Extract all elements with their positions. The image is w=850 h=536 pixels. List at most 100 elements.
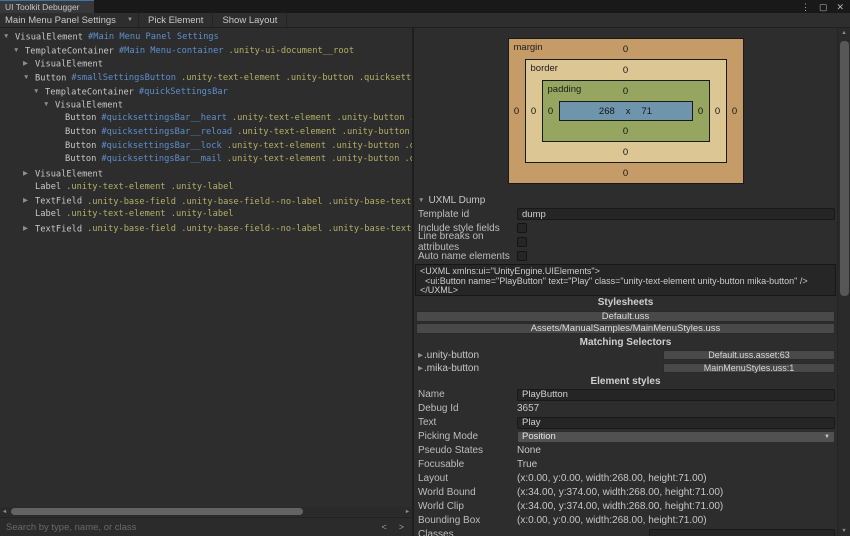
border-left-value: 0 [530, 105, 537, 117]
show-layout-button[interactable]: Show Layout [213, 13, 288, 27]
foldout-arrow-icon[interactable]: ▶ [414, 351, 424, 359]
selector-source-button[interactable]: MainMenuStyles.uss:1 [663, 363, 835, 373]
foldout-arrow-icon[interactable]: ▼ [43, 98, 55, 112]
tree-item[interactable]: ▼ TemplateContainer #quickSettingsBar [0, 85, 412, 99]
classes-row: Classes [414, 528, 837, 536]
foldout-arrow-icon[interactable]: ▼ [418, 197, 424, 204]
tree-item[interactable]: ▶ TextField .unity-base-field .unity-base-… [0, 194, 412, 208]
stylesheets-header: Stylesheets [597, 297, 654, 308]
selector-name: .unity-button [424, 349, 480, 361]
search-input[interactable] [0, 518, 382, 536]
tree-item[interactable]: Label .unity-text-element .unity-label [0, 208, 412, 222]
focusable-row: Focusable True [414, 458, 837, 472]
foldout-arrow-icon[interactable]: ▶ [414, 364, 424, 372]
tree-item[interactable]: ▼ Button #smallSettingsButton .unity-text-e… [0, 71, 412, 85]
auto-name-checkbox[interactable] [517, 251, 527, 261]
foldout-arrow-icon[interactable]: ▼ [23, 71, 35, 85]
layout-value: (x:0.00, y:0.00, width:268.00, height:71… [517, 473, 707, 484]
classes-label: Classes [418, 529, 454, 536]
chevron-down-icon: ▼ [824, 433, 830, 440]
element-type: VisualElement [15, 32, 83, 43]
tree-item[interactable]: ▼ TemplateContainer #Main Menu-container .u… [0, 44, 412, 58]
debug-id-row: Debug Id 3657 [414, 402, 837, 416]
tree-item[interactable]: Button #quicksettingsBar__lock .unity-text… [0, 140, 412, 154]
include-style-fields-checkbox[interactable] [517, 223, 527, 233]
foldout-arrow-icon[interactable]: ▶ [23, 194, 35, 208]
pseudo-states-row: Pseudo States None [414, 444, 837, 458]
vertical-scroll-thumb[interactable] [840, 41, 849, 296]
vertical-scrollbar[interactable]: ▲ ▼ [837, 28, 850, 536]
picking-mode-dropdown[interactable]: Position ▼ [517, 430, 835, 443]
content-x-separator: x [625, 105, 631, 117]
window-tab[interactable]: UI Toolkit Debugger [0, 0, 94, 13]
stylesheet-button[interactable]: Default.uss [416, 310, 835, 322]
name-field[interactable] [517, 388, 835, 401]
panel-picker-label: Main Menu Panel Settings [5, 14, 116, 26]
selector-row: ▶ .unity-button Default.uss.asset:63 [414, 349, 837, 362]
foldout-arrow-icon[interactable]: ▼ [3, 30, 15, 44]
tree-item[interactable]: ▶ TextField .unity-base-field .unity-base-… [0, 222, 412, 236]
bounding-box-row: Bounding Box (x:0.00, y:0.00, width:268.… [414, 514, 837, 528]
uxml-dump-title: UXML Dump [428, 194, 486, 206]
tree-item[interactable]: Button #quicksettingsBar__mail .unity-text… [0, 153, 412, 167]
tree-item[interactable]: Label .unity-text-element .unity-label [0, 181, 412, 195]
uxml-code-block[interactable]: <UXML xmlns:ui="UnityEngine.UIElements">… [415, 264, 836, 296]
box-model-padding: padding 0 0 268 x 71 0 0 [541, 80, 710, 142]
horizontal-scroll-thumb[interactable] [11, 508, 303, 515]
foldout-arrow-icon[interactable]: ▼ [13, 44, 25, 58]
pick-element-label: Pick Element [148, 14, 204, 26]
scroll-up-icon[interactable]: ▲ [838, 30, 850, 36]
layout-label: Layout [418, 473, 449, 484]
line-breaks-checkbox[interactable] [517, 237, 527, 247]
world-bound-row: World Bound (x:34.00, y:374.00, width:26… [414, 486, 837, 500]
foldout-arrow-icon[interactable]: ▶ [23, 57, 35, 71]
maximize-icon[interactable]: ▢ [819, 1, 828, 13]
scroll-left-icon[interactable]: ◄ [0, 509, 9, 515]
element-tree: ▼ VisualElement #Main Menu Panel Settings … [0, 28, 412, 507]
pseudo-states-value: None [517, 445, 541, 456]
menu-icon[interactable]: ⋮ [801, 1, 810, 13]
uxml-dump-foldout[interactable]: ▼ UXML Dump [414, 193, 837, 207]
margin-right-value: 0 [731, 105, 738, 117]
tree-item[interactable]: ▼ VisualElement [0, 98, 412, 112]
scroll-down-icon[interactable]: ▼ [838, 528, 850, 534]
element-name: #quicksettingsBar__lock [101, 140, 222, 151]
text-field[interactable] [517, 416, 835, 429]
classes-field[interactable] [649, 528, 835, 536]
element-type: Label [35, 208, 62, 219]
padding-right-value: 0 [697, 105, 704, 117]
world-clip-value: (x:34.00, y:374.00, width:268.00, height… [517, 501, 724, 512]
foldout-arrow-icon[interactable]: ▶ [23, 222, 35, 236]
element-name: #quickSettingsBar [138, 87, 228, 98]
foldout-arrow-icon[interactable]: ▼ [33, 85, 45, 99]
padding-bottom-value: 0 [622, 125, 629, 137]
tree-item[interactable]: ▶ VisualElement [0, 57, 412, 71]
tree-item[interactable]: Button #quicksettingsBar__reload .unity-te… [0, 126, 412, 140]
selector-source-button[interactable]: Default.uss.asset:63 [663, 350, 835, 360]
border-right-value: 0 [714, 105, 721, 117]
element-classes: .unity-text-element .unity-button .quick… [226, 154, 412, 165]
box-model-content: 268 x 71 [558, 101, 693, 121]
pick-element-button[interactable]: Pick Element [139, 13, 214, 27]
panel-picker-dropdown[interactable]: Main Menu Panel Settings ▼ [0, 13, 139, 27]
box-model-border: border 0 0 padding 0 0 268 x 71 0 0 0 0 [524, 59, 727, 163]
stylesheet-button[interactable]: Assets/ManualSamples/MainMenuStyles.uss [416, 323, 835, 334]
search-prev-button[interactable]: < [381, 522, 386, 532]
template-id-field[interactable] [517, 208, 835, 220]
tree-item[interactable]: ▶ VisualElement [0, 167, 412, 181]
picking-mode-value: Position [522, 431, 556, 442]
margin-top-value: 0 [622, 43, 629, 55]
bounding-box-value: (x:0.00, y:0.00, width:268.00, height:71… [517, 515, 707, 526]
tree-item[interactable]: Button #quicksettingsBar__heart .unity-tex… [0, 112, 412, 126]
element-name: #Main Menu-container [118, 46, 224, 57]
close-icon[interactable]: ✕ [836, 1, 844, 13]
padding-left-value: 0 [547, 105, 554, 117]
tree-item[interactable]: ▼ VisualElement #Main Menu Panel Settings [0, 30, 412, 44]
search-next-button[interactable]: > [399, 522, 404, 532]
horizontal-scroll-track[interactable] [9, 507, 403, 516]
element-type: Button [65, 154, 97, 165]
foldout-arrow-icon[interactable]: ▶ [23, 167, 35, 181]
element-type: TextField [35, 196, 83, 207]
scroll-right-icon[interactable]: ► [403, 509, 412, 515]
horizontal-scrollbar[interactable]: ◄ ► [0, 507, 412, 516]
